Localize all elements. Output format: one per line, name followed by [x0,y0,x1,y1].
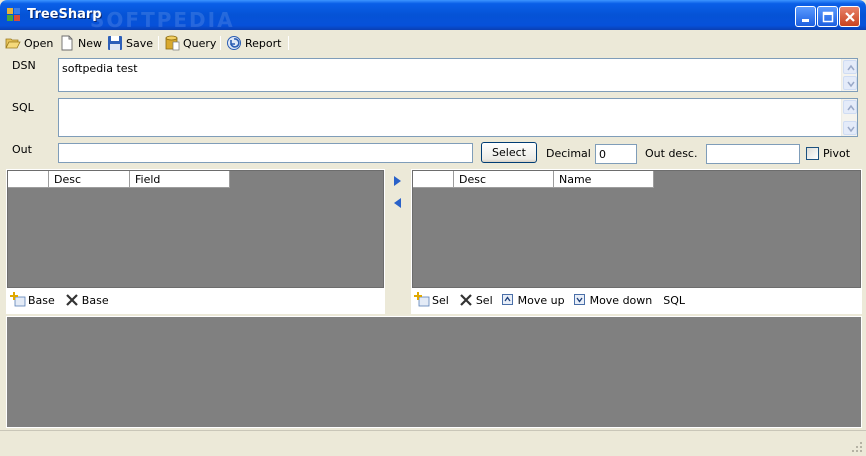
scroll-up-button[interactable] [843,60,857,74]
column-header-desc[interactable]: Desc [49,171,130,188]
right-grid[interactable]: Desc Name [412,170,861,288]
scroll-down-button[interactable] [843,76,857,90]
open-button[interactable]: Open [5,34,53,52]
column-header-field[interactable]: Field [130,171,230,188]
move-up-button[interactable]: Move up [501,292,565,308]
toolbar-separator [158,36,159,50]
report-button[interactable]: Report [226,34,281,52]
out-desc-label: Out desc. [645,147,698,160]
query-button[interactable]: Query [164,34,216,52]
sql-label: SQL [12,101,34,114]
row-header-cell [413,171,454,188]
maximize-button[interactable] [817,6,838,27]
right-actions-bar: Sel Sel Move up Move down SQL [414,292,694,308]
open-folder-icon [5,35,21,51]
transfer-left-button[interactable] [393,197,402,212]
save-label: Save [126,36,154,50]
dsn-label: DSN [12,59,36,72]
left-actions-bar: Base Base [10,292,118,308]
out-label: Out [12,143,32,156]
x-cross-icon [458,292,474,308]
transfer-right-button[interactable] [393,175,402,190]
add-sel-label: Sel [432,293,449,307]
close-button[interactable] [839,6,860,27]
left-grid[interactable]: Desc Field [7,170,384,288]
right-grid-header: Desc Name [413,171,654,188]
sql-button[interactable]: SQL [661,294,685,307]
floppy-disk-icon [107,35,123,51]
result-grid[interactable] [6,316,862,428]
app-icon [7,8,21,22]
move-down-button[interactable]: Move down [573,292,653,308]
sql-scrollbar[interactable] [841,99,857,136]
out-desc-field[interactable] [706,144,800,164]
decimal-value: 0 [599,148,606,161]
database-icon [164,35,180,51]
decimal-label: Decimal [546,147,591,160]
maximize-icon [822,11,834,23]
remove-base-button[interactable]: Base [64,292,109,308]
toolbar-separator [220,36,221,50]
new-label: New [78,36,102,50]
add-plus-icon [414,292,430,308]
title-bar[interactable]: TreeSharp SOFTPEDIA [0,0,866,32]
dsn-scrollbar[interactable] [841,59,857,91]
chevron-down-icon [847,126,855,133]
column-header-desc[interactable]: Desc [454,171,554,188]
row-header-cell [8,171,49,188]
resize-grip-icon[interactable] [851,441,863,453]
toolbar: Open New Save Query Report [0,30,866,55]
add-sel-button[interactable]: Sel [414,292,449,308]
report-label: Report [245,36,282,50]
arrow-right-icon [394,176,401,186]
move-down-label: Move down [589,293,653,307]
toolbar-separator [288,36,289,50]
left-grid-header: Desc Field [8,171,230,188]
remove-sel-button[interactable]: Sel [458,292,493,308]
arrow-up-icon [501,292,514,308]
add-base-button[interactable]: Base [10,292,55,308]
dsn-field[interactable]: softpedia test [58,58,858,92]
minimize-icon [802,19,809,22]
chevron-up-icon [847,64,855,71]
arrow-down-icon [573,292,586,308]
pivot-checkbox[interactable] [806,147,819,160]
close-icon [845,12,855,22]
arrow-left-icon [394,198,401,208]
decimal-field[interactable]: 0 [595,144,637,164]
dsn-value: softpedia test [62,62,138,75]
watermark: SOFTPEDIA [90,8,235,32]
select-button[interactable]: Select [481,142,537,163]
sql-action-label: SQL [663,293,686,307]
remove-sel-label: Sel [475,293,493,307]
add-plus-icon [10,292,26,308]
scroll-up-button[interactable] [843,100,857,114]
new-document-icon [59,35,75,51]
new-button[interactable]: New [59,34,102,52]
undo-arrow-icon [226,35,242,51]
move-up-label: Move up [517,293,565,307]
minimize-button[interactable] [795,6,816,27]
out-field[interactable] [58,143,473,163]
remove-base-label: Base [81,293,109,307]
status-bar [0,430,866,456]
sql-field[interactable] [58,98,858,137]
scroll-down-button[interactable] [843,121,857,135]
add-base-label: Base [28,293,55,307]
pivot-label: Pivot [823,147,851,160]
x-cross-icon [64,292,80,308]
query-label: Query [183,36,217,50]
chevron-down-icon [847,81,855,88]
open-label: Open [24,36,54,50]
column-header-name[interactable]: Name [554,171,654,188]
chevron-up-icon [847,104,855,111]
save-button[interactable]: Save [107,34,153,52]
